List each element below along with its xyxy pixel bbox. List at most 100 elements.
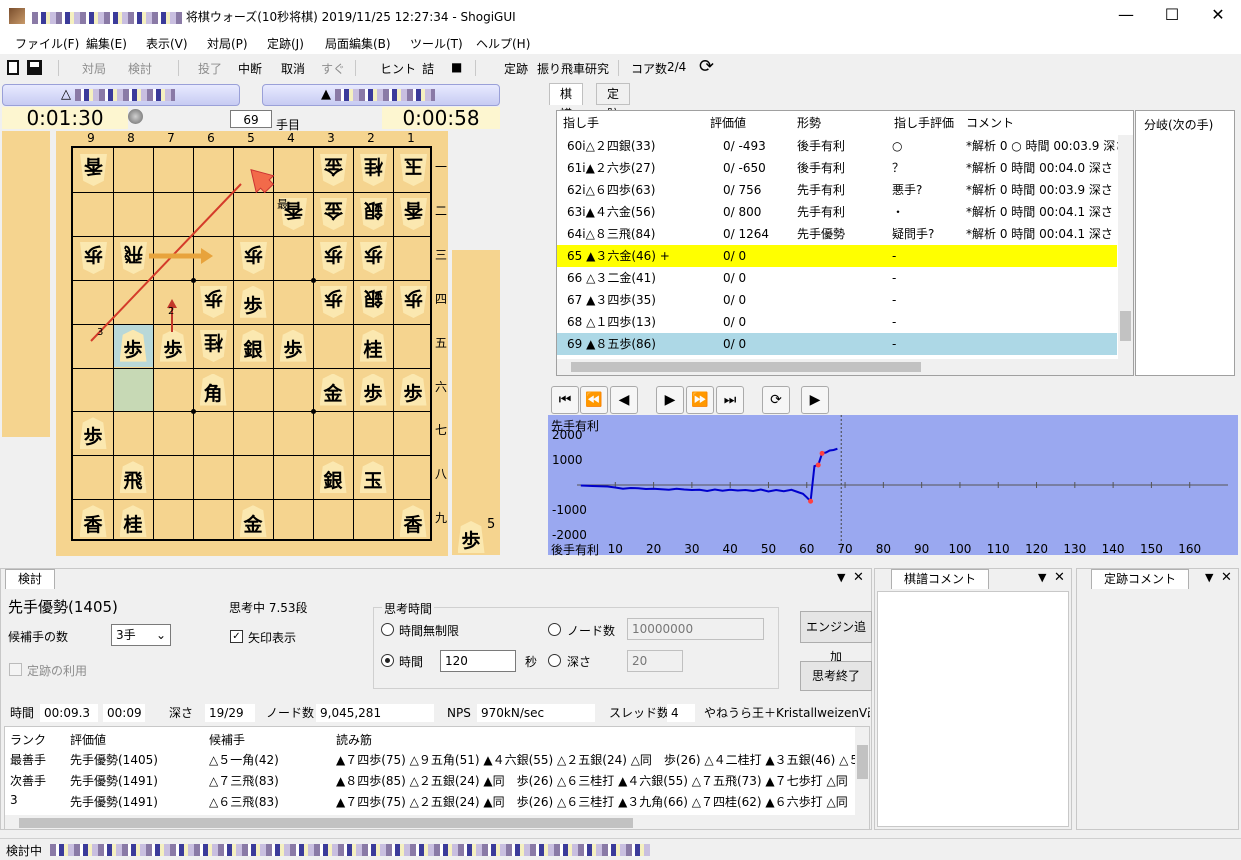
time-radio[interactable]: [381, 654, 394, 667]
last-icon: ⏭: [723, 392, 737, 408]
joseki-name[interactable]: 振り飛車研究: [537, 60, 609, 77]
stop-button[interactable]: ■: [451, 60, 462, 74]
panel-menu-icon[interactable]: ▼: [837, 571, 845, 584]
undo-button[interactable]: 取消: [281, 60, 305, 77]
menu-edit[interactable]: 編集(E): [86, 35, 127, 52]
interrupt-button[interactable]: 中断: [238, 60, 262, 77]
tab-kifu[interactable]: 棋譜: [549, 83, 584, 121]
arrow-display-checkbox[interactable]: ✓: [230, 630, 243, 643]
kifu-row[interactable]: 63i▲４六金(56) 0/ 800 先手有利 ・ *解析 0 時間 00:04.1 深…: [557, 201, 1117, 223]
panel-menu-icon[interactable]: ▼: [1038, 571, 1046, 584]
pv-col-line[interactable]: 読み筋: [336, 731, 372, 748]
eval-graph[interactable]: 10 20 30 40 50 60 70 80 90 100 110 120 130 140 150 160 2…: [548, 415, 1238, 557]
save-icon[interactable]: [27, 60, 42, 75]
node-count-field[interactable]: 10000000: [627, 618, 764, 640]
kifu-row[interactable]: 60i△２四銀(33) 0/ -493 後手有利 ○ *解析 0 ○ 時間 00:03.…: [557, 135, 1127, 157]
kifu-row[interactable]: 64i△８三飛(84) 0/ 1264 先手優勢 疑問手? *解析 0 時間 00:04…: [557, 223, 1117, 245]
depth-radio[interactable]: [548, 654, 561, 667]
flip-board-button[interactable]: ⟳: [762, 386, 790, 414]
hint-button[interactable]: ヒント: [380, 60, 416, 77]
tab-joseki-comment[interactable]: 定跡コメント: [1091, 569, 1190, 589]
unlimited-radio[interactable]: [381, 623, 394, 636]
kifu-row[interactable]: 67 ▲３四歩(35) 0/ 0 -: [557, 289, 1117, 311]
panel-close-icon[interactable]: ✕: [1054, 570, 1065, 585]
menu-board-edit[interactable]: 局面編集(B): [325, 35, 391, 52]
pv-row[interactable]: 3 先手優勢(1491) △６三飛(83) ▲７四歩(75) △２五銀(24) ▲同 …: [5, 793, 869, 813]
pv-col-eval[interactable]: 評価値: [70, 731, 106, 748]
col-move-eval[interactable]: 指し手評価: [894, 111, 954, 135]
pv-vscrollbar[interactable]: [855, 727, 869, 815]
stat-time-label: 時間: [10, 706, 35, 720]
kifu-row[interactable]: 66 △３二金(41) 0/ 0 -: [557, 267, 1117, 289]
menu-view[interactable]: 表示(V): [146, 35, 188, 52]
panel-close-icon[interactable]: ✕: [853, 570, 864, 585]
kifu-row[interactable]: 68 △１四歩(13) 0/ 0 -: [557, 311, 1117, 333]
kifu-list[interactable]: 指し手 評価値 形勢 指し手評価 コメント 60i△２四銀(33) 0/ -493…: [556, 110, 1134, 376]
col-eval[interactable]: 評価値: [710, 111, 746, 135]
menu-tools[interactable]: ツール(T): [410, 35, 463, 52]
kentou-button[interactable]: 検討: [128, 60, 152, 77]
move-number-field[interactable]: 69: [230, 110, 272, 128]
col-move[interactable]: 指し手: [563, 111, 599, 135]
sente-piece-stand[interactable]: [452, 250, 500, 555]
kifu-row[interactable]: 61i▲２六歩(27) 0/ -650 後手有利 ？ *解析 0 時間 00:04.0 …: [557, 157, 1117, 179]
tab-analysis[interactable]: 検討: [5, 569, 56, 589]
first-move-button[interactable]: ⏮: [551, 386, 579, 414]
tab-joseki[interactable]: 定跡: [596, 83, 631, 121]
kifu-row[interactable]: 62i△６四歩(63) 0/ 756 先手有利 悪手? *解析 0 時間 00:03.9…: [557, 179, 1117, 201]
col-state[interactable]: 形勢: [797, 111, 821, 135]
hand-piece[interactable]: 歩: [455, 519, 487, 555]
close-button[interactable]: ✕: [1195, 0, 1241, 32]
menu-help[interactable]: ヘルプ(H): [476, 35, 530, 52]
node-count-radio[interactable]: [548, 623, 561, 636]
menu-game[interactable]: 対局(P): [207, 35, 248, 52]
time-field[interactable]: 120: [440, 650, 516, 672]
pv-col-move[interactable]: 候補手: [209, 731, 245, 748]
x-tick-label: 150: [1140, 542, 1163, 555]
panel-menu-icon[interactable]: ▼: [1205, 571, 1213, 584]
menu-joseki[interactable]: 定跡(J): [267, 35, 304, 52]
kifu-row[interactable]: 69 ▲８五歩(86) 0/ 0 -: [557, 333, 1117, 355]
pv-row[interactable]: 最善手 先手優勢(1405) △５一角(42) ▲７四歩(75) △９五角(51) ▲…: [5, 751, 869, 771]
hand-piece-count: 5: [487, 517, 496, 532]
menu-file[interactable]: ファイル(F): [15, 35, 79, 52]
gote-piece-stand[interactable]: [2, 131, 50, 437]
vertical-scrollbar[interactable]: [1118, 135, 1133, 359]
col-comment[interactable]: コメント: [966, 111, 1014, 135]
rank-number: 七: [434, 423, 447, 438]
kifu-comment-textarea[interactable]: [877, 591, 1069, 827]
pv-hscrollbar[interactable]: [5, 815, 869, 829]
forward-fast-button[interactable]: ⏩: [686, 386, 714, 414]
resign-button[interactable]: 投了: [198, 60, 222, 77]
tab-kifu-comment[interactable]: 棋譜コメント: [891, 569, 990, 589]
add-engine-button[interactable]: エンジン追加: [800, 611, 872, 664]
tsume-button[interactable]: 詰: [422, 60, 434, 77]
kifu-cell-mark: ？: [892, 161, 905, 175]
joseki-button[interactable]: 定跡: [504, 60, 528, 77]
candidates-select[interactable]: 3手 ⌄: [111, 624, 171, 646]
panel-close-icon[interactable]: ✕: [1221, 570, 1232, 585]
immediate-button[interactable]: すぐ: [321, 60, 345, 77]
branch-panel[interactable]: 分岐(次の手): [1135, 110, 1235, 376]
minimize-button[interactable]: —: [1103, 0, 1149, 32]
last-move-button[interactable]: ⏭: [716, 386, 744, 414]
pv-col-rank[interactable]: ランク: [10, 731, 46, 748]
forward-button[interactable]: ▶: [656, 386, 684, 414]
depth-field[interactable]: 20: [627, 650, 683, 672]
back-button[interactable]: ◀: [610, 386, 638, 414]
stop-thinking-button[interactable]: 思考終了: [800, 661, 872, 691]
pv-cell-rank: 3: [10, 793, 18, 807]
back-fast-button[interactable]: ⏪: [580, 386, 608, 414]
pv-row[interactable]: 次善手 先手優勢(1491) △７三飛(83) ▲８四歩(85) △２五銀(24) ▲…: [5, 772, 869, 792]
kifu-row[interactable]: 65 ▲３六金(46) + 0/ 0 -: [557, 245, 1117, 267]
redacted-name: [75, 88, 176, 101]
pv-list[interactable]: ランク 評価値 候補手 読み筋 最善手 先手優勢(1405) △５一角(42) ▲７四…: [4, 726, 870, 830]
refresh-icon[interactable]: ⟳: [699, 56, 714, 77]
new-file-icon[interactable]: [7, 60, 19, 75]
taikyoku-button[interactable]: 対局: [82, 60, 106, 77]
maximize-button[interactable]: ☐: [1149, 0, 1195, 32]
joseki-use-checkbox[interactable]: [9, 663, 22, 676]
graph-top-label: 先手有利: [551, 419, 600, 433]
play-button[interactable]: ▶: [801, 386, 829, 414]
horizontal-scrollbar[interactable]: [557, 359, 1133, 375]
